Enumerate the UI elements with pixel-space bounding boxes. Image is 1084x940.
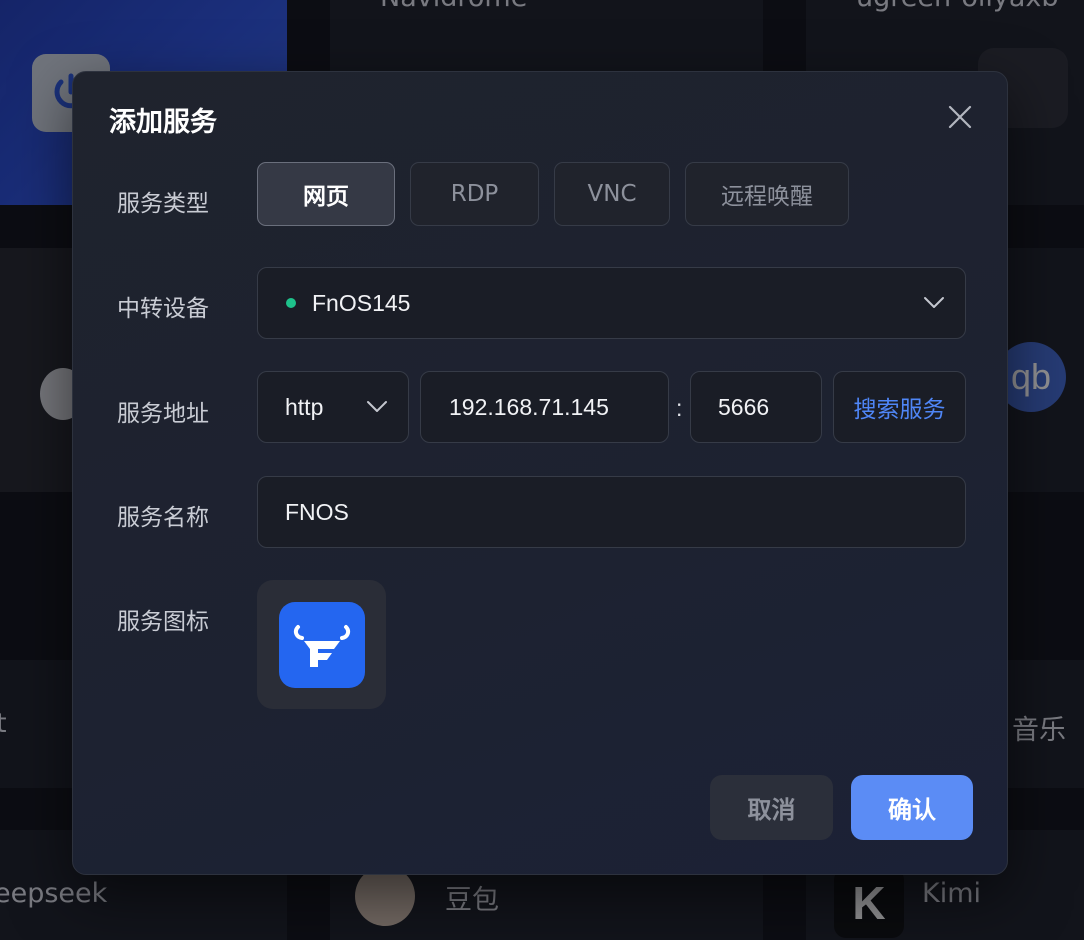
service-icon-label: 服务图标 — [117, 609, 209, 635]
search-service-button[interactable]: 搜索服务 — [833, 371, 966, 443]
add-service-dialog: 添加服务 服务类型 网页 RDP VNC 远程唤醒 中转设备 FnOS145 服… — [72, 71, 1008, 875]
relay-device-label: 中转设备 — [117, 296, 209, 322]
service-name-value: FNOS — [285, 498, 349, 525]
close-icon — [948, 105, 972, 129]
service-type-web[interactable]: 网页 — [257, 162, 395, 226]
protocol-value: http — [285, 393, 324, 420]
port-value: 5666 — [718, 393, 770, 420]
confirm-button[interactable]: 确认 — [851, 775, 973, 840]
host-value: 192.168.71.145 — [449, 393, 609, 420]
host-port-separator: : — [676, 395, 683, 421]
dialog-title: 添加服务 — [109, 107, 217, 138]
service-address-label: 服务地址 — [117, 401, 209, 427]
service-type-label: 服务类型 — [117, 191, 209, 217]
service-type-wake[interactable]: 远程唤醒 — [685, 162, 849, 226]
service-icon-picker[interactable] — [257, 580, 386, 709]
service-type-rdp[interactable]: RDP — [410, 162, 539, 226]
chevron-down-icon — [924, 297, 944, 308]
service-name-label: 服务名称 — [117, 505, 209, 531]
service-name-input[interactable]: FNOS — [257, 476, 966, 548]
chevron-down-icon — [367, 401, 387, 412]
port-input[interactable]: 5666 — [690, 371, 822, 443]
fnos-logo-icon — [278, 601, 365, 688]
close-button[interactable] — [943, 100, 977, 134]
relay-device-value: FnOS145 — [312, 289, 411, 316]
host-input[interactable]: 192.168.71.145 — [420, 371, 669, 443]
cancel-button[interactable]: 取消 — [710, 775, 833, 840]
status-dot — [286, 298, 296, 308]
relay-device-select[interactable]: FnOS145 — [257, 267, 966, 339]
service-type-vnc[interactable]: VNC — [554, 162, 670, 226]
protocol-select[interactable]: http — [257, 371, 409, 443]
